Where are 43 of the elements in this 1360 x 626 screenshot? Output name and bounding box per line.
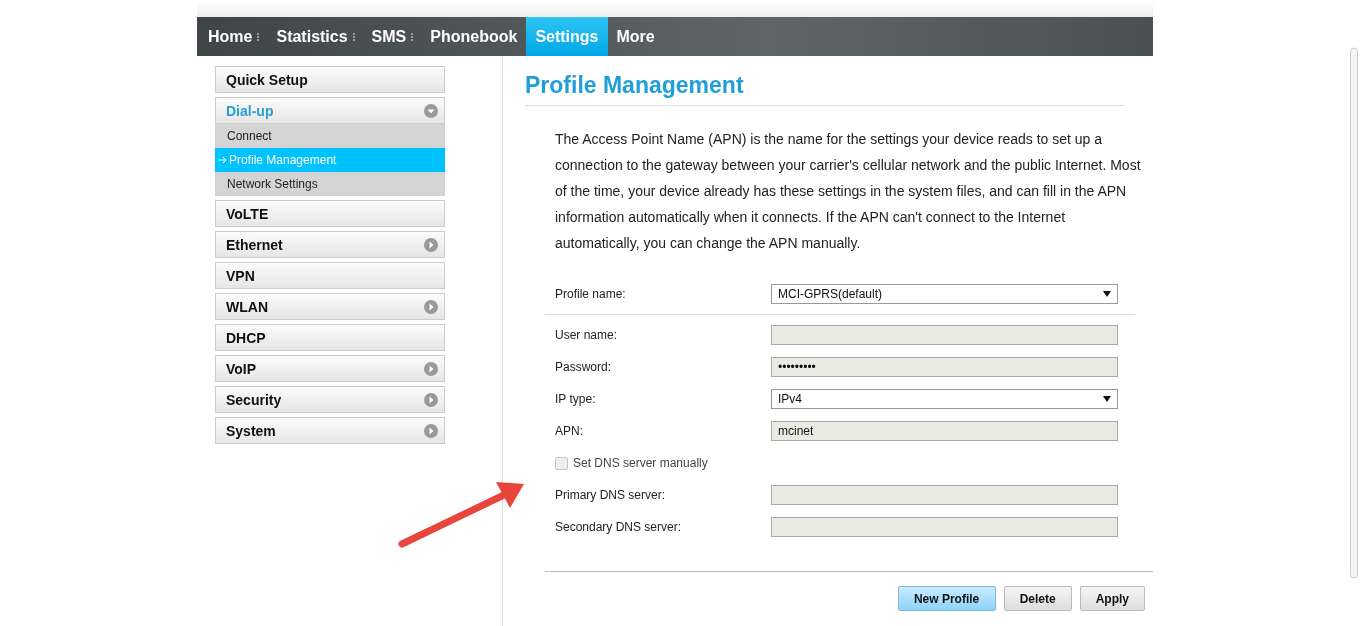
nav-tab[interactable]: Phonebook (421, 17, 527, 56)
field-label: Profile name: (555, 287, 627, 301)
submenu-item[interactable]: Connect (215, 124, 445, 148)
chevron-right-icon (424, 392, 438, 407)
action-button[interactable]: Delete (1003, 586, 1072, 611)
caret-icon (1103, 396, 1111, 402)
field-label: Primary DNS server: (555, 488, 666, 502)
action-button[interactable]: Apply (1079, 586, 1145, 611)
separator-icon (352, 32, 355, 41)
field-label: User name: (555, 328, 619, 342)
description-text: The Access Point Name (APN) is the name for the settings your device reads to set up a connection to the gateway between your carrier's cellular network and the public Internet. Most of the time, your device already has these settings in the system files, and can fill in the APN information automatically when it connects. If the APN can't connect to the Internet automatically, you can change the APN manually. (555, 130, 1142, 253)
field-label: IP type: (555, 392, 597, 406)
arrow-icon (218, 156, 227, 164)
nav-tab[interactable]: Home (199, 17, 262, 56)
submenu-item[interactable]: Network Settings (215, 172, 445, 196)
field-label: Secondary DNS server: (555, 520, 683, 534)
sidebar-item[interactable]: VPN (215, 262, 445, 289)
field-label: APN: (555, 424, 584, 438)
nav-tab[interactable]: SMS (362, 17, 416, 56)
chevron-right-icon (424, 361, 438, 376)
nav-tab[interactable]: More (607, 17, 664, 56)
field-label: Password: (555, 360, 613, 374)
chevron-right-icon (424, 237, 438, 252)
page-title: Profile Management (525, 72, 1125, 106)
sidebar-item[interactable]: Quick Setup (215, 66, 445, 93)
dropdown-field[interactable]: IPv4 (771, 389, 1118, 409)
sidebar-item[interactable]: VoIP (215, 355, 445, 382)
nav-tab[interactable]: Statistics (267, 17, 357, 56)
sidebar-item[interactable]: Security (215, 386, 445, 413)
sidebar-item[interactable]: System (215, 417, 445, 444)
sidebar-item[interactable]: DHCP (215, 324, 445, 351)
sidebar-item[interactable]: VoLTE (215, 200, 445, 227)
sidebar-item[interactable]: Ethernet (215, 231, 445, 258)
separator-icon (257, 32, 260, 41)
chevron-right-icon (424, 423, 438, 438)
action-button[interactable]: New Profile (897, 586, 996, 611)
dropdown-field[interactable]: MCI-GPRS(default) (771, 284, 1118, 304)
checkbox-label: Set DNS server manually (573, 456, 709, 470)
sidebar-item[interactable]: WLAN (215, 293, 445, 320)
chevron-right-icon (424, 299, 438, 314)
caret-icon (1103, 291, 1111, 297)
separator-icon (411, 32, 414, 41)
chevron-down-icon (424, 103, 438, 118)
